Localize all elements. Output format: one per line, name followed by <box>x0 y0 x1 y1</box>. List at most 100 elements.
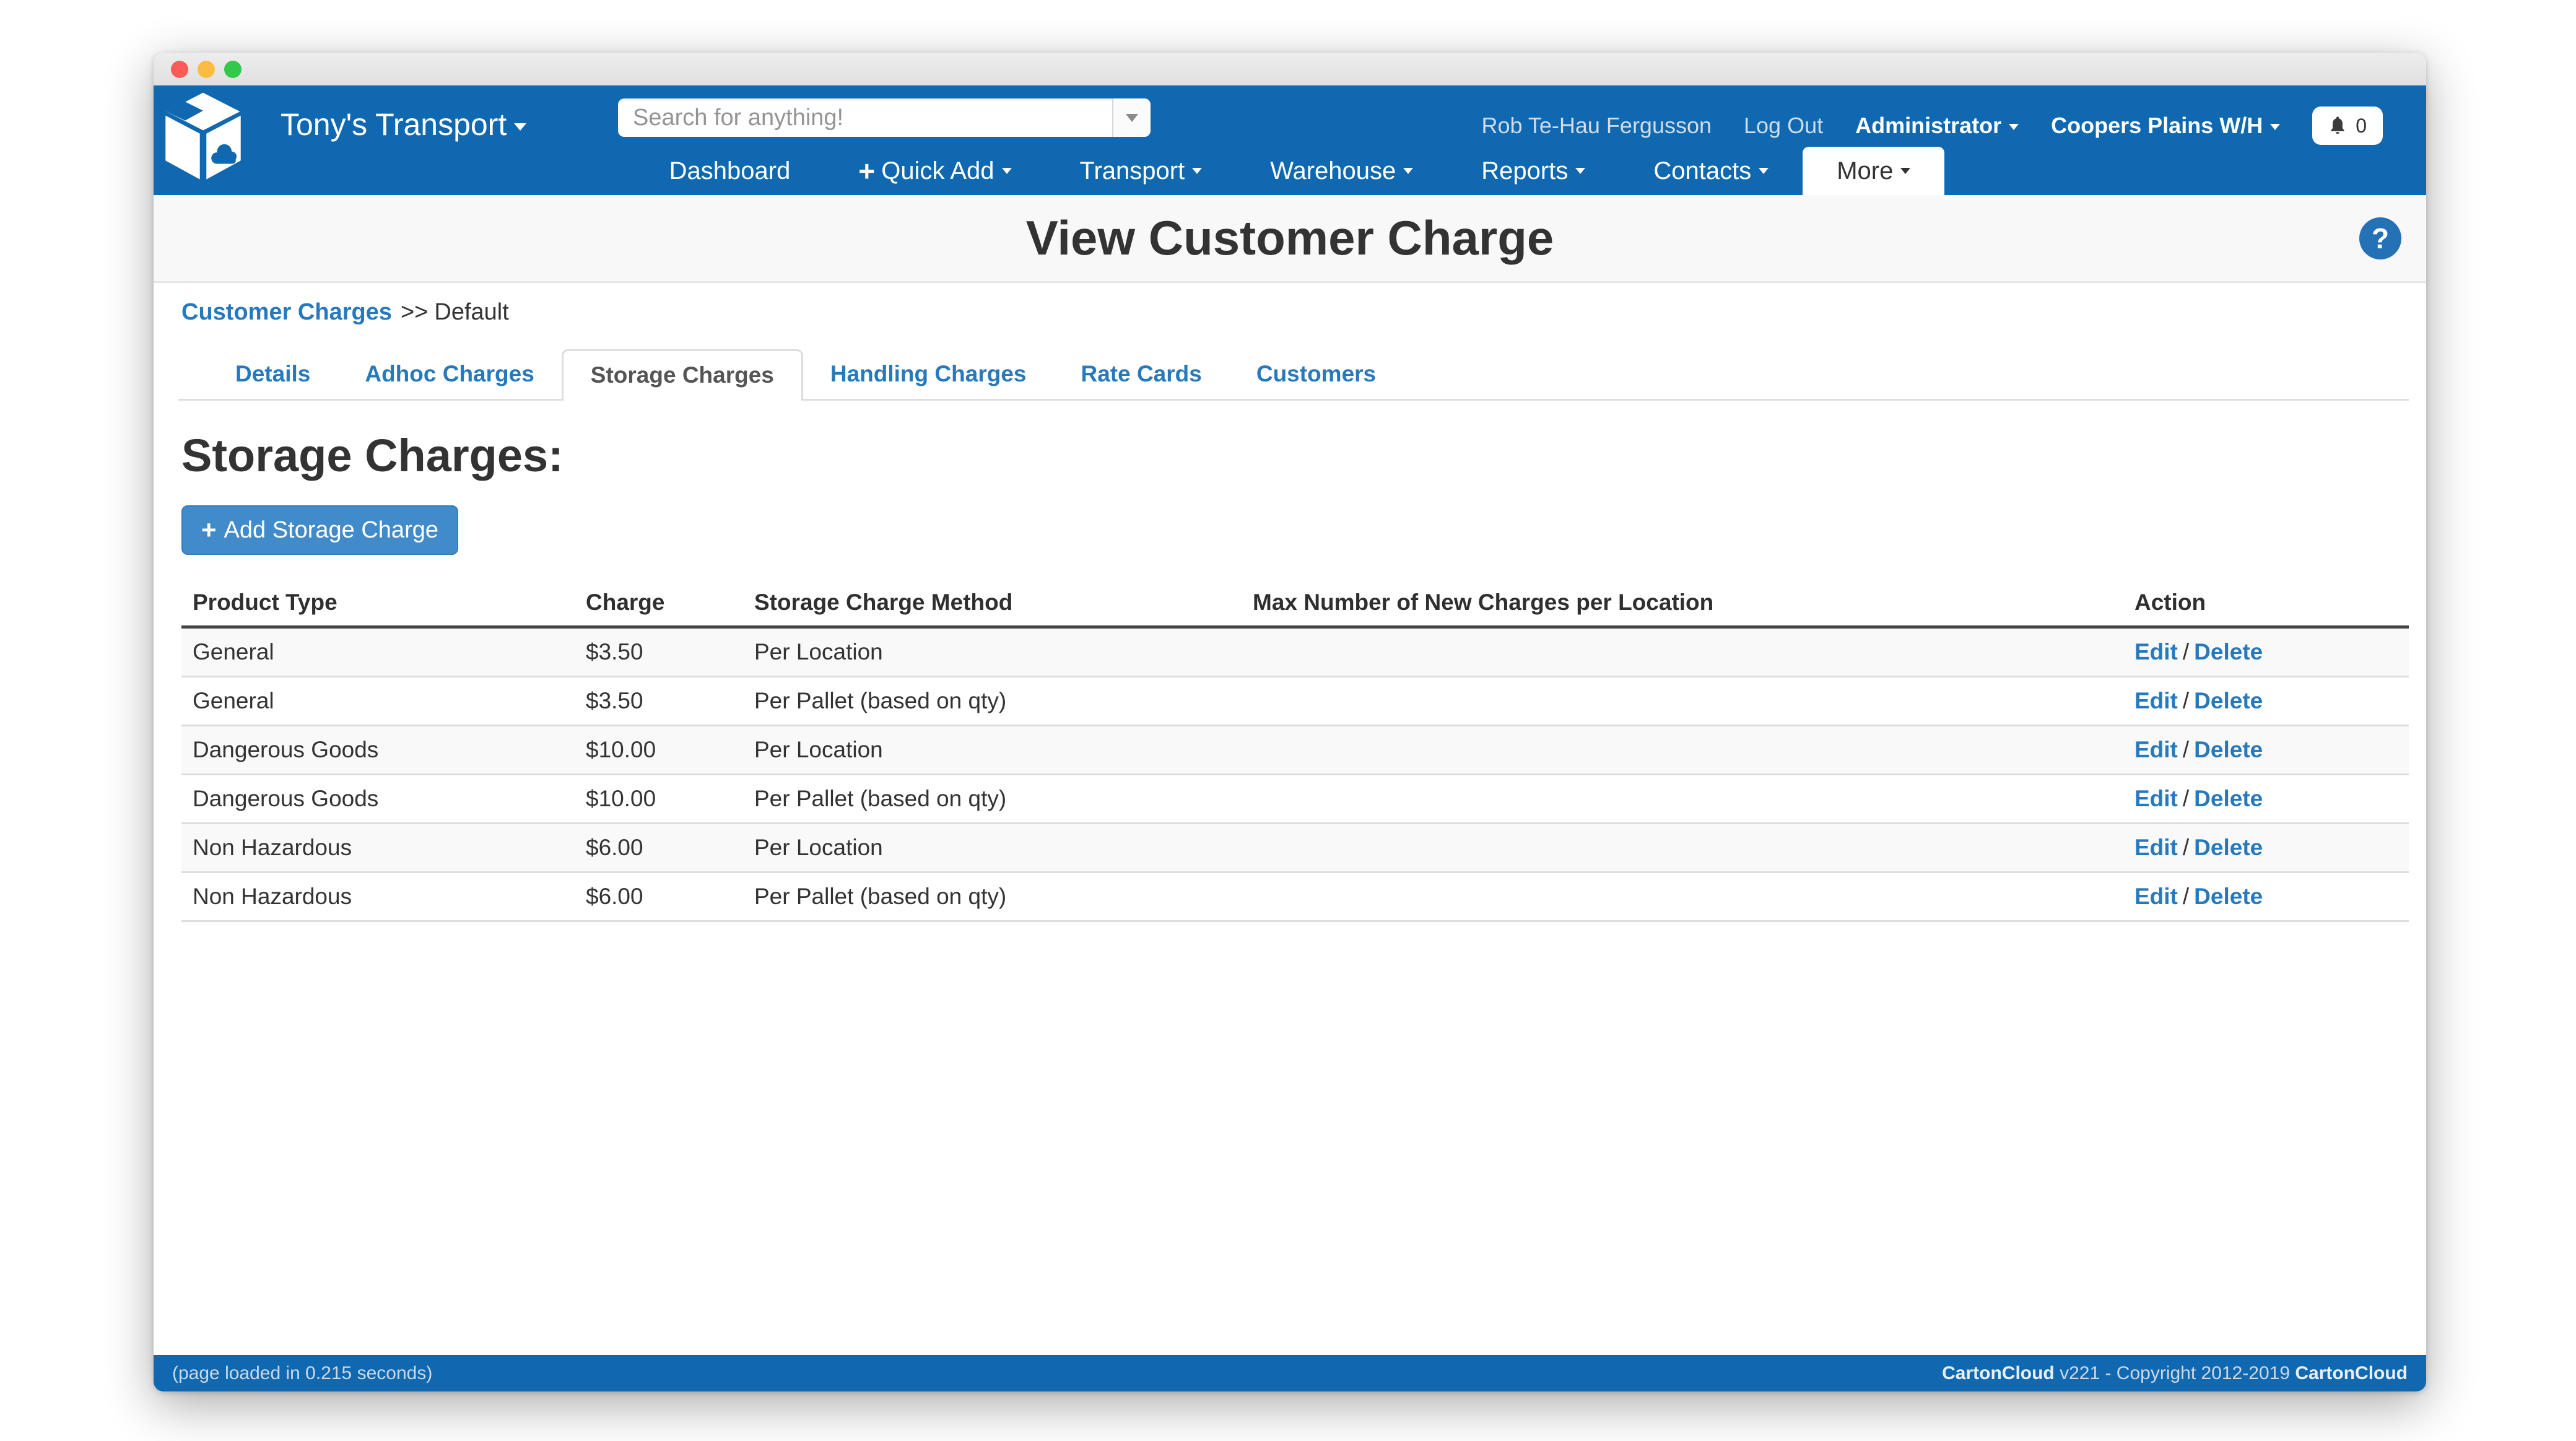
col-storage-charge-method: Storage Charge Method <box>743 581 1242 627</box>
breadcrumb-current: Default <box>434 299 508 325</box>
window-titlebar <box>154 53 2426 85</box>
cell-action: Edit/Delete <box>2123 726 2409 775</box>
user-name: Rob Te-Hau Fergusson <box>1481 113 1712 139</box>
nav-warehouse[interactable]: Warehouse <box>1236 147 1447 195</box>
edit-link[interactable]: Edit <box>2134 884 2178 909</box>
company-name: Tony's Transport <box>281 107 507 142</box>
caret-down-icon <box>2270 124 2280 130</box>
action-separator: / <box>2183 737 2189 762</box>
col-charge: Charge <box>575 581 743 627</box>
delete-link[interactable]: Delete <box>2194 688 2263 713</box>
edit-link[interactable]: Edit <box>2134 639 2178 664</box>
tab-storage-charges[interactable]: Storage Charges <box>562 349 803 401</box>
page-title-strip: View Customer Charge ? <box>154 195 2426 283</box>
footer-version-copyright: v221 - Copyright 2012-2019 <box>2060 1363 2290 1383</box>
delete-link[interactable]: Delete <box>2194 639 2263 664</box>
tab-bar: Details Adhoc Charges Storage Charges Ha… <box>178 349 2409 401</box>
cell-product-type: Non Hazardous <box>181 824 575 873</box>
nav-transport[interactable]: Transport <box>1046 147 1237 195</box>
nav-contacts[interactable]: Contacts <box>1619 147 1803 195</box>
action-separator: / <box>2183 639 2189 664</box>
caret-down-icon <box>1759 168 1769 174</box>
main-nav: Dashboard + Quick Add Transport Warehous… <box>154 147 2426 195</box>
delete-link[interactable]: Delete <box>2194 884 2263 909</box>
caret-down-icon <box>1403 168 1413 174</box>
delete-link[interactable]: Delete <box>2194 835 2263 860</box>
global-search <box>618 98 1151 137</box>
caret-down-icon <box>2009 124 2019 130</box>
notifications-button[interactable]: 0 <box>2312 107 2383 145</box>
col-max-new-charges: Max Number of New Charges per Location <box>1242 581 2123 627</box>
cell-max-new-charges <box>1242 824 2123 873</box>
warehouse-dropdown[interactable]: Coopers Plains W/H <box>2051 113 2280 139</box>
nav-label: Transport <box>1080 157 1185 185</box>
tab-details[interactable]: Details <box>208 349 337 399</box>
cell-max-new-charges <box>1242 627 2123 677</box>
action-separator: / <box>2183 688 2189 713</box>
delete-link[interactable]: Delete <box>2194 737 2263 762</box>
edit-link[interactable]: Edit <box>2134 737 2178 762</box>
minimize-window-button[interactable] <box>198 61 215 78</box>
app-window: Tony's Transport Rob Te-Hau Fergusson Lo… <box>154 53 2426 1391</box>
nav-label: Warehouse <box>1270 157 1396 185</box>
plus-icon: + <box>201 515 217 545</box>
plus-icon: + <box>858 154 875 188</box>
caret-down-icon <box>1002 168 1012 174</box>
nav-label: Dashboard <box>669 157 791 185</box>
cell-product-type: General <box>181 627 575 677</box>
zoom-window-button[interactable] <box>224 61 242 78</box>
nav-more[interactable]: More <box>1803 147 1944 195</box>
cell-method: Per Pallet (based on qty) <box>743 873 1242 921</box>
section-heading: Storage Charges: <box>181 429 2409 482</box>
breadcrumb-separator: >> <box>401 299 428 325</box>
role-label: Administrator <box>1855 113 2001 138</box>
content: Storage Charges: + Add Storage Charge Pr… <box>154 429 2426 922</box>
edit-link[interactable]: Edit <box>2134 835 2178 860</box>
cell-charge: $6.00 <box>575 824 743 873</box>
table-row: Non Hazardous $6.00 Per Location Edit/De… <box>181 824 2409 873</box>
close-window-button[interactable] <box>171 61 188 78</box>
tab-rate-cards[interactable]: Rate Cards <box>1053 349 1229 399</box>
cell-action: Edit/Delete <box>2123 824 2409 873</box>
edit-link[interactable]: Edit <box>2134 786 2178 811</box>
question-mark-icon: ? <box>2372 222 2389 255</box>
breadcrumb-customer-charges-link[interactable]: Customer Charges <box>181 299 392 325</box>
nav-label: Contacts <box>1653 157 1751 185</box>
tab-handling-charges[interactable]: Handling Charges <box>803 349 1054 399</box>
tab-adhoc-charges[interactable]: Adhoc Charges <box>337 349 561 399</box>
col-product-type: Product Type <box>181 581 575 627</box>
delete-link[interactable]: Delete <box>2194 786 2263 811</box>
nav-quick-add[interactable]: + Quick Add <box>824 147 1045 195</box>
cell-product-type: Non Hazardous <box>181 873 575 921</box>
table-row: Dangerous Goods $10.00 Per Location Edit… <box>181 726 2409 775</box>
cell-charge: $10.00 <box>575 726 743 775</box>
help-button[interactable]: ? <box>2359 217 2401 259</box>
cell-max-new-charges <box>1242 775 2123 824</box>
nav-reports[interactable]: Reports <box>1447 147 1619 195</box>
search-input[interactable] <box>618 98 1112 137</box>
log-out-link[interactable]: Log Out <box>1744 113 1823 139</box>
cell-method: Per Pallet (based on qty) <box>743 677 1242 726</box>
nav-dashboard[interactable]: Dashboard <box>635 147 825 195</box>
bell-icon <box>2328 116 2347 136</box>
edit-link[interactable]: Edit <box>2134 688 2178 713</box>
company-switcher[interactable]: Tony's Transport <box>281 107 526 142</box>
cell-max-new-charges <box>1242 726 2123 775</box>
caret-down-icon <box>1126 114 1138 122</box>
cell-action: Edit/Delete <box>2123 627 2409 677</box>
cell-product-type: General <box>181 677 575 726</box>
caret-down-icon <box>514 123 526 131</box>
cell-max-new-charges <box>1242 873 2123 921</box>
tab-customers[interactable]: Customers <box>1229 349 1403 399</box>
action-separator: / <box>2183 835 2189 860</box>
col-action: Action <box>2123 581 2409 627</box>
cell-method: Per Location <box>743 627 1242 677</box>
footer-brand: CartonCloud <box>1942 1363 2055 1383</box>
search-dropdown-button[interactable] <box>1112 98 1151 137</box>
cell-method: Per Location <box>743 726 1242 775</box>
add-storage-charge-button[interactable]: + Add Storage Charge <box>181 505 458 555</box>
nav-label: Reports <box>1481 157 1568 185</box>
cell-charge: $6.00 <box>575 873 743 921</box>
table-header-row: Product Type Charge Storage Charge Metho… <box>181 581 2409 627</box>
role-dropdown[interactable]: Administrator <box>1855 113 2019 139</box>
